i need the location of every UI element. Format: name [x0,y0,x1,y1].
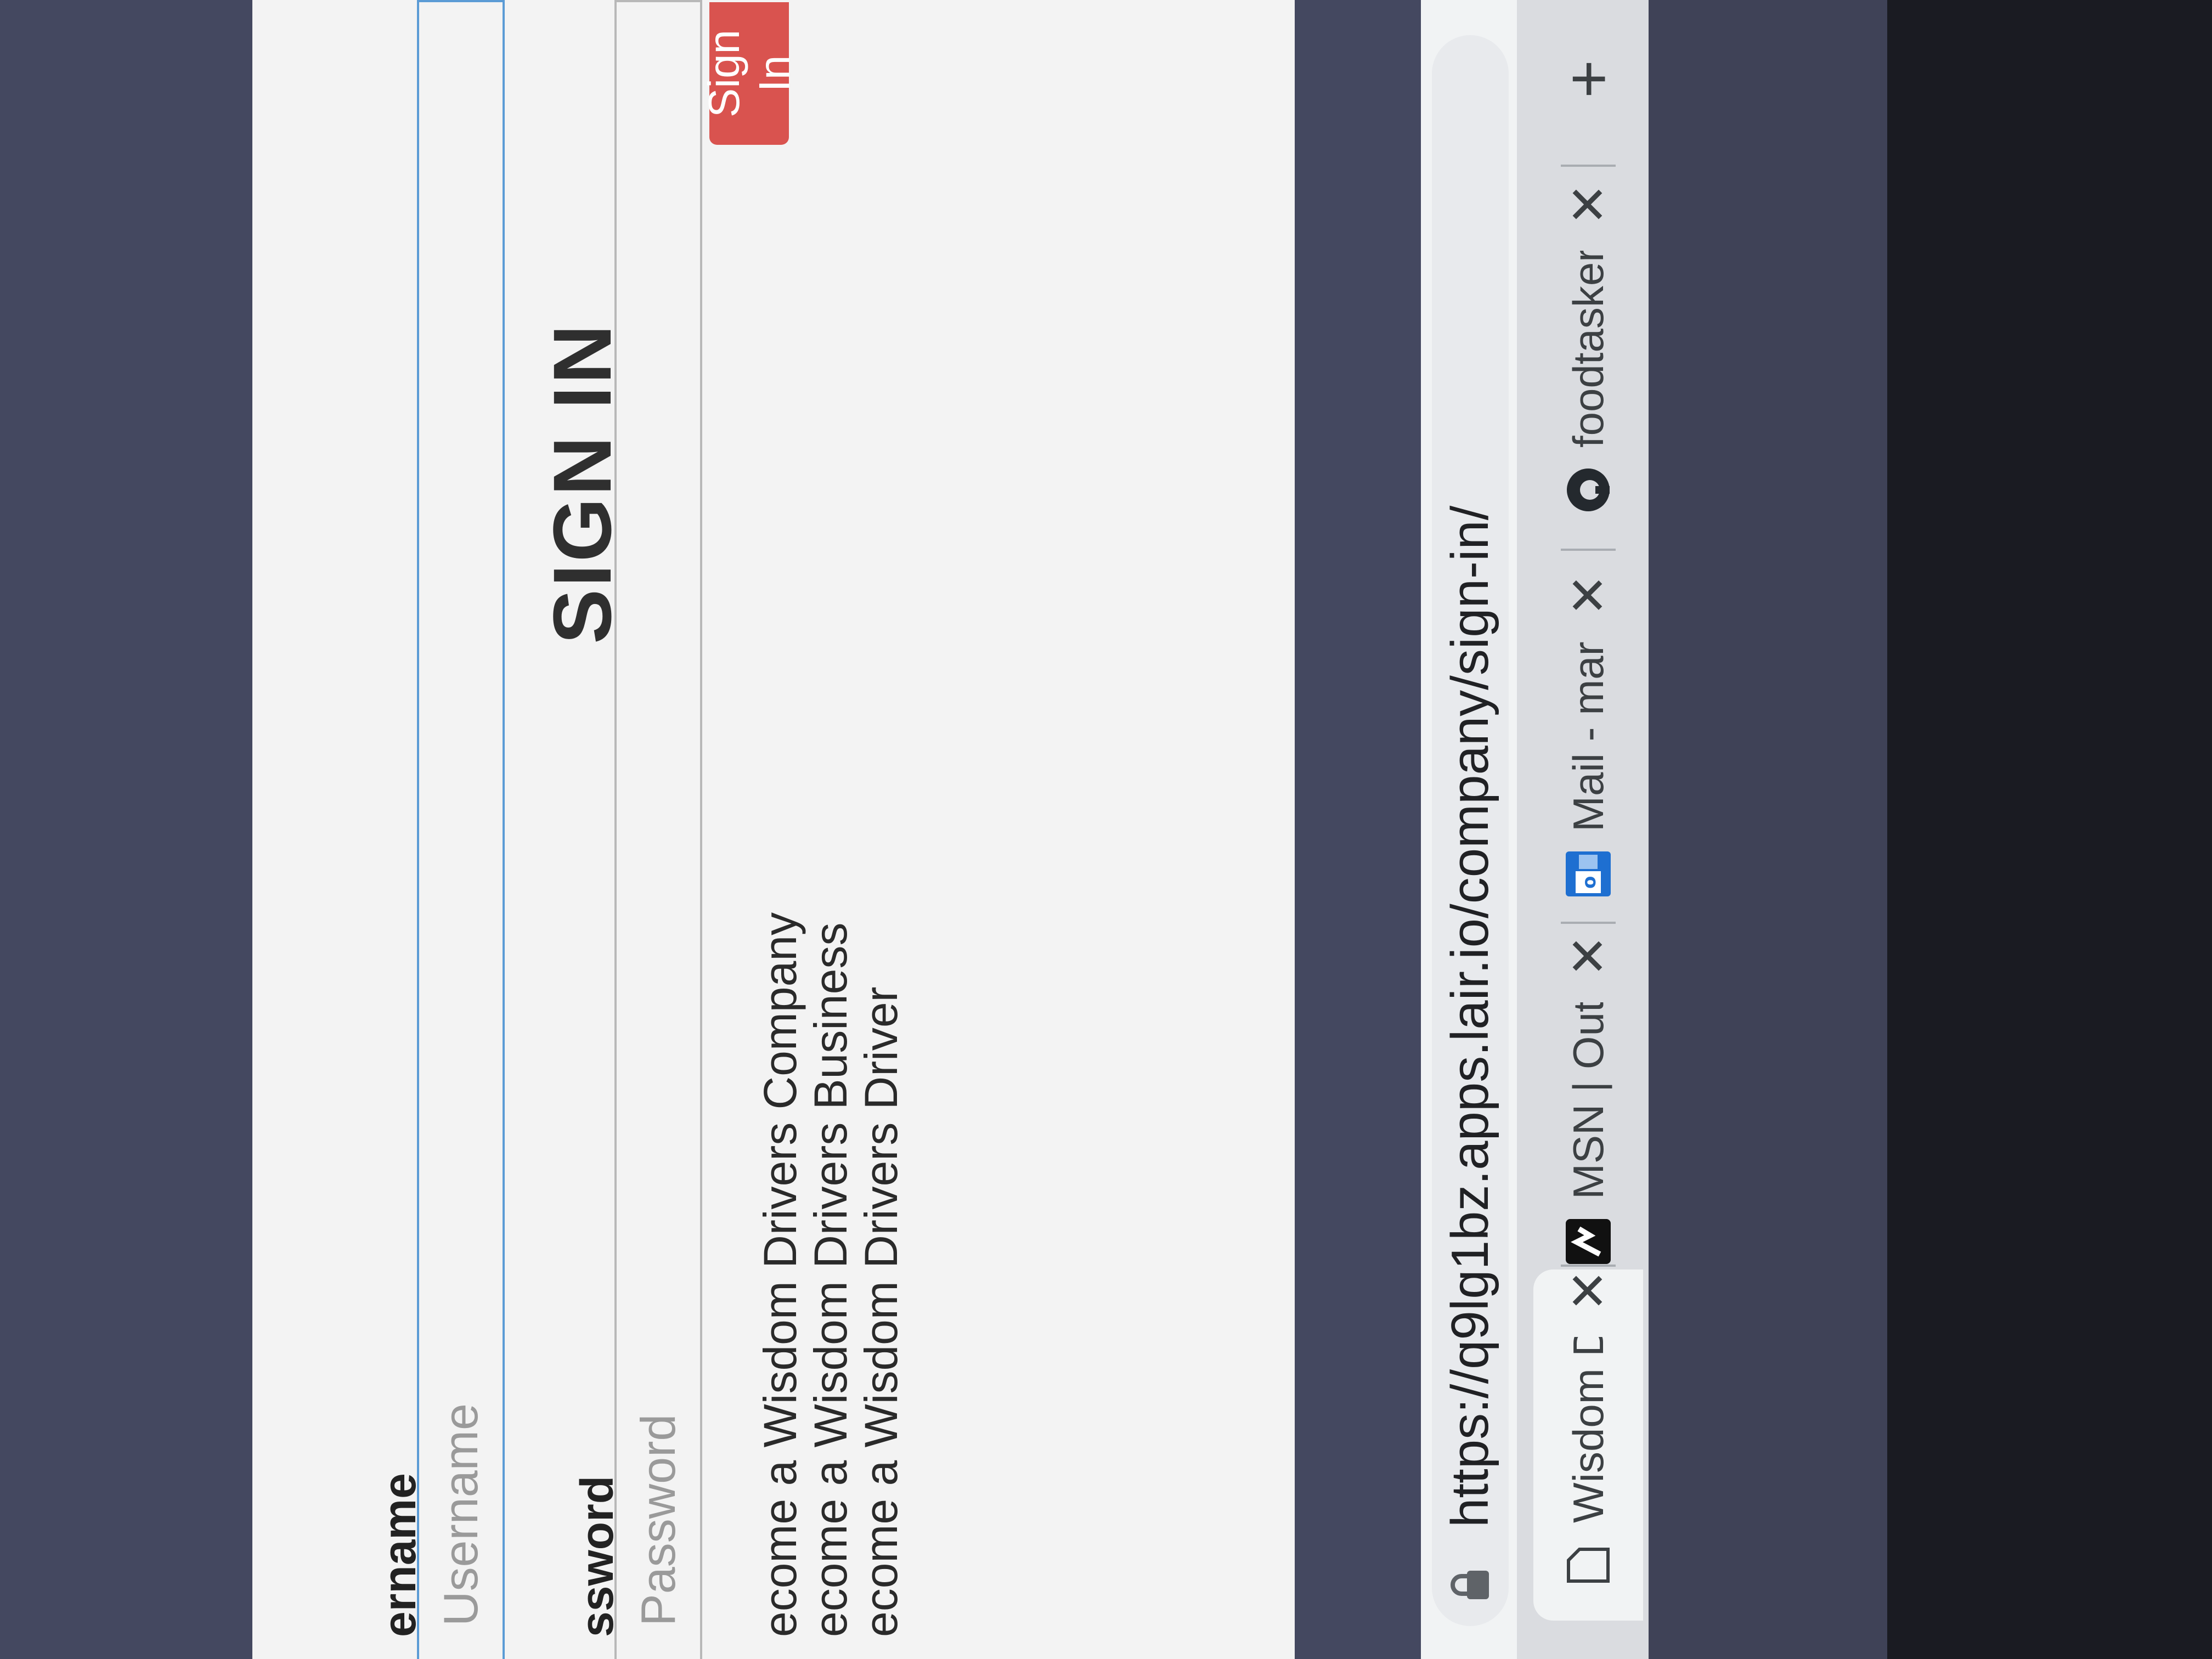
become-business-link[interactable]: ecome a Wisdom Drivers Business [805,912,856,1637]
become-driver-link[interactable]: ecome a Wisdom Drivers Driver [855,912,907,1637]
outlook-icon: o [1566,851,1611,896]
close-icon[interactable]: ✕ [1559,574,1618,616]
tab-wisdom-drivers[interactable]: Wisdom Dr ✕ [1533,1269,1643,1621]
tab-title: Wisdom Dr [1564,1337,1612,1523]
password-placeholder: Password [631,1414,685,1626]
username-input[interactable]: Username [417,0,505,1659]
page-icon [1566,1543,1611,1588]
new-tab-button[interactable]: + [1533,24,1643,134]
close-icon[interactable]: ✕ [1559,935,1618,977]
sign-in-button[interactable]: Sign In [699,2,799,145]
tab-title: Mail - mar [1564,641,1612,832]
tab-separator [1561,165,1616,167]
tab-title: foodtasker [1564,251,1612,448]
tab-separator [1561,549,1616,551]
become-company-link[interactable]: ecome a Wisdom Drivers Company [754,912,806,1637]
page-content: SIGN IN ername Username ssword Password … [0,0,1421,1659]
signup-links: ecome a Wisdom Drivers Company ecome a W… [754,912,909,1637]
close-icon[interactable]: ✕ [1559,1269,1618,1312]
tab-msn-outlook[interactable]: MSN | Outl ✕ [1533,935,1643,1264]
github-icon [1566,467,1611,512]
monitor-bezel [1887,0,2212,1659]
address-bar[interactable]: https://q9lg1bz.apps.lair.io/company/sig… [1432,35,1509,1626]
browser-toolbar: https://q9lg1bz.apps.lair.io/company/sig… [1421,0,1520,1659]
photographed-screen: SIGN IN ername Username ssword Password … [0,0,2212,1659]
svg-text:o: o [1578,876,1600,889]
tab-mail[interactable]: o Mail - mar ✕ [1533,567,1643,896]
password-input[interactable]: Password [614,0,702,1659]
url-text: https://q9lg1bz.apps.lair.io/company/sig… [1441,505,1499,1527]
msn-icon [1566,1219,1611,1264]
sign-in-card: SIGN IN ername Username ssword Password … [252,0,1295,1659]
username-placeholder: Username [433,1403,488,1626]
tab-separator [1561,922,1616,924]
tab-title: MSN | Outl [1564,1002,1612,1199]
tab-separator [1561,1265,1616,1267]
tab-strip: Wisdom Dr ✕ MSN | Outl ✕ o Mail - mar ✕ … [1517,0,1649,1659]
close-icon[interactable]: ✕ [1559,183,1618,225]
lock-icon [1448,1566,1492,1604]
tab-foodtasker[interactable]: foodtasker ✕ [1533,183,1643,512]
